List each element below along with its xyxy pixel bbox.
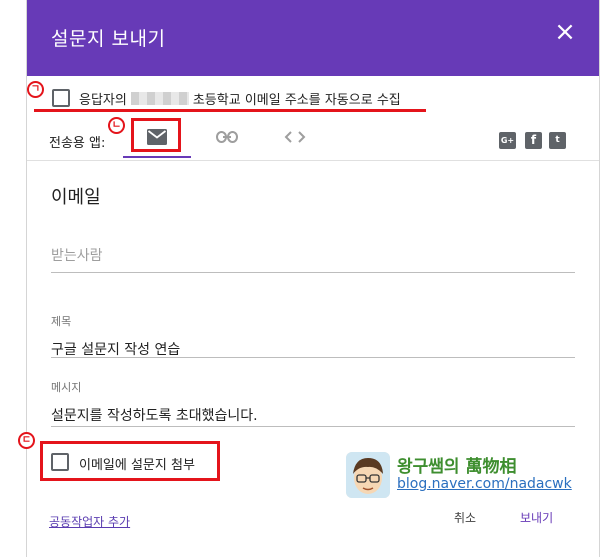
- watermark-title: 왕구쌤의 萬物相: [397, 457, 517, 477]
- close-icon[interactable]: ×: [553, 19, 577, 45]
- field-underline: [51, 272, 575, 273]
- annotation-marker-3: ㄷ: [18, 432, 35, 449]
- annotation-box-email-tab: [131, 118, 181, 152]
- send-button[interactable]: 보내기: [520, 509, 553, 526]
- blog-watermark: 왕구쌤의 萬物相 blog.naver.com/nadacwk: [346, 450, 594, 500]
- recipients-field[interactable]: 받는사람: [51, 245, 575, 273]
- active-tab-indicator: [123, 156, 191, 158]
- annotation-marker-2: ㄴ: [108, 117, 125, 134]
- annotation-marker-1: ㄱ: [27, 81, 44, 98]
- facebook-icon[interactable]: f: [525, 132, 542, 149]
- link-icon: [216, 131, 238, 143]
- message-value[interactable]: 설문지를 작성하도록 초대했습니다.: [51, 405, 575, 425]
- section-title: 이메일: [51, 187, 101, 208]
- message-field[interactable]: 메시지 설문지를 작성하도록 초대했습니다.: [51, 379, 575, 427]
- collect-email-label-suffix: 초등학교 이메일 주소를 자동으로 수집: [192, 93, 401, 108]
- tab-embed[interactable]: [277, 118, 313, 158]
- google-plus-icon[interactable]: G+: [499, 132, 516, 149]
- collect-email-label-prefix: 응답자의: [79, 93, 127, 108]
- collect-email-checkbox[interactable]: [52, 89, 70, 107]
- subject-field[interactable]: 제목 구글 설문지 작성 연습: [51, 313, 575, 358]
- subject-caption: 제목: [51, 315, 72, 328]
- message-caption: 메시지: [51, 381, 82, 394]
- annotation-underline: [34, 109, 426, 112]
- annotation-box-attach: [40, 441, 220, 481]
- collect-email-label: 응답자의 초등학교 이메일 주소를 자동으로 수집: [79, 89, 401, 108]
- watermark-avatar: [346, 452, 390, 498]
- recipients-placeholder: 받는사람: [51, 248, 103, 264]
- tab-link[interactable]: [209, 118, 245, 158]
- add-collaborators-link[interactable]: 공동작업자 추가: [49, 513, 130, 530]
- field-underline: [51, 357, 575, 358]
- send-via-label: 전송용 앱:: [49, 136, 106, 151]
- field-underline: [51, 426, 575, 427]
- redacted-text: [130, 92, 189, 105]
- collect-email-row[interactable]: 응답자의 초등학교 이메일 주소를 자동으로 수집: [49, 84, 429, 112]
- dialog-title: 설문지 보내기: [51, 28, 166, 50]
- twitter-icon[interactable]: t: [549, 132, 566, 149]
- dialog-header: 설문지 보내기 ×: [27, 0, 599, 76]
- watermark-url: blog.naver.com/nadacwk: [397, 476, 572, 492]
- subject-value[interactable]: 구글 설문지 작성 연습: [51, 339, 575, 359]
- cancel-button[interactable]: 취소: [454, 509, 476, 526]
- embed-code-icon: [284, 131, 306, 143]
